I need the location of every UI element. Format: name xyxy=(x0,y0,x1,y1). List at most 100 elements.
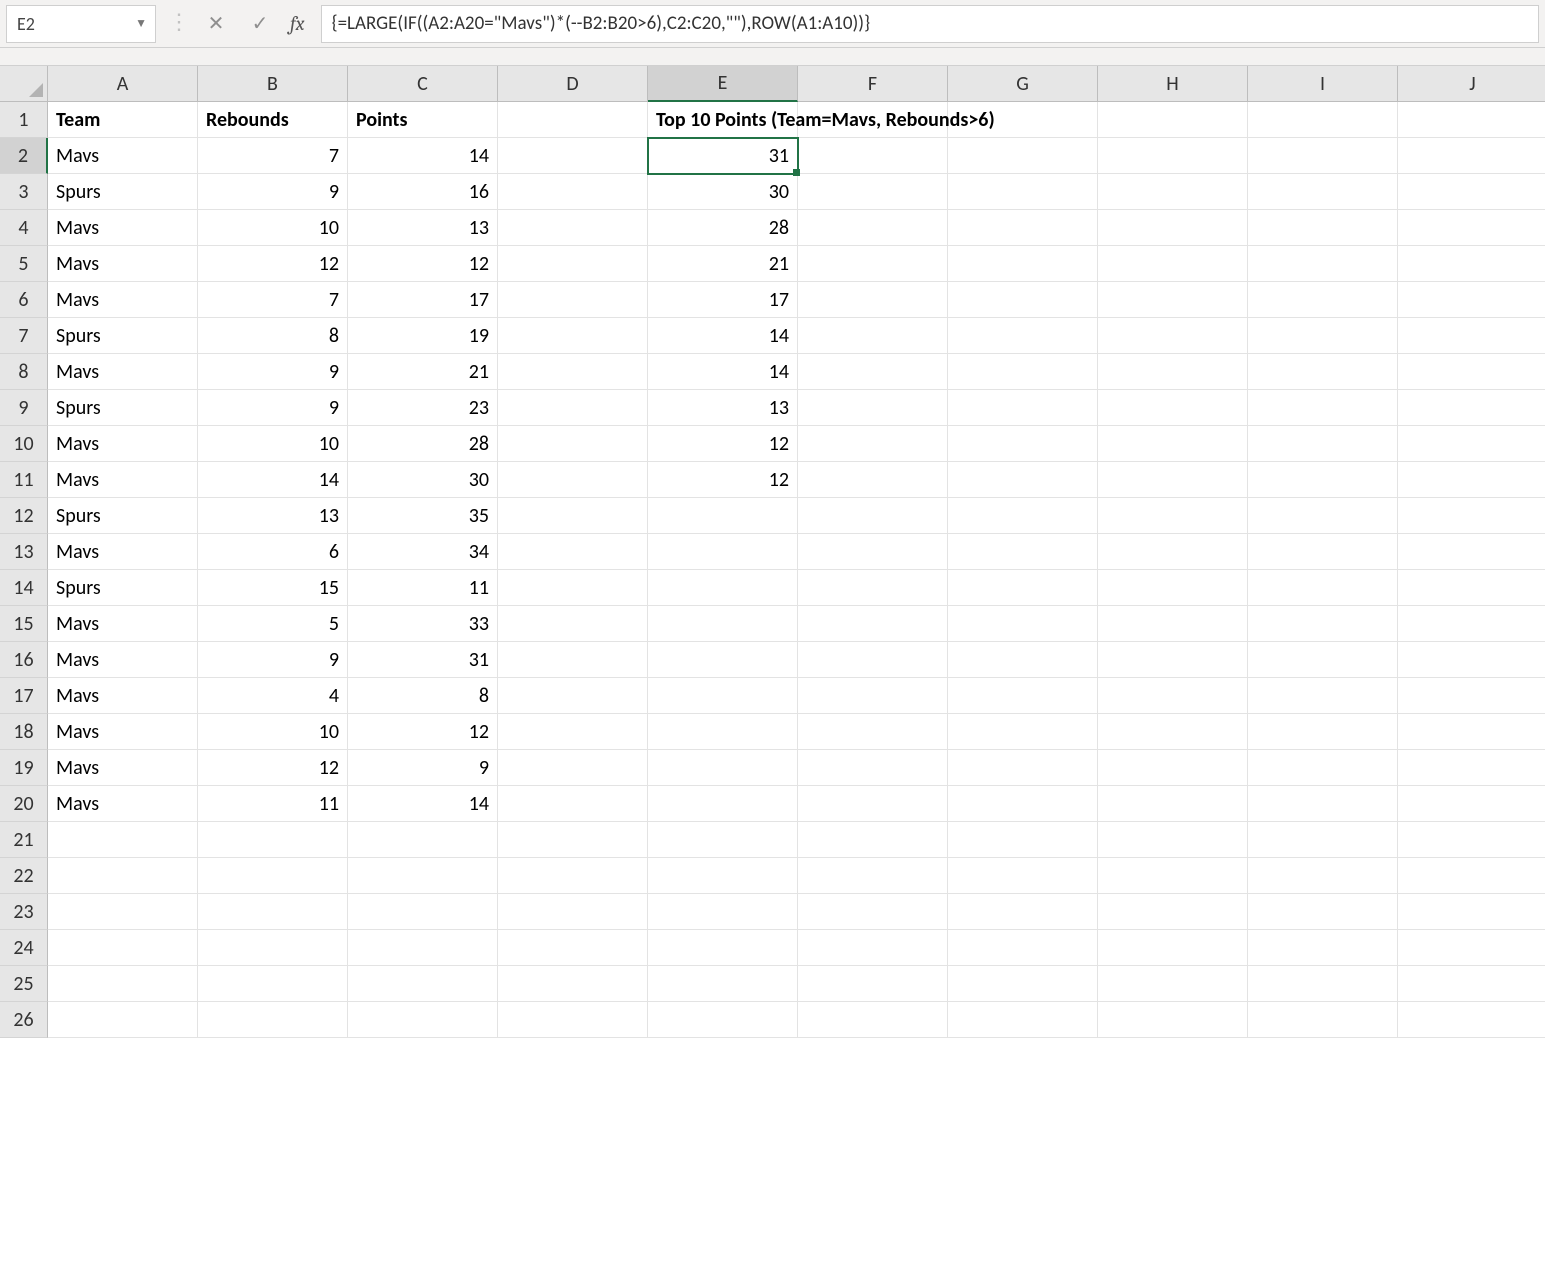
column-header-J[interactable]: J xyxy=(1398,66,1545,102)
cell-I10[interactable] xyxy=(1248,426,1398,462)
cell-J22[interactable] xyxy=(1398,858,1545,894)
cell-E25[interactable] xyxy=(648,966,798,1002)
cell-H14[interactable] xyxy=(1098,570,1248,606)
formula-input[interactable]: {=LARGE(IF((A2:A20="Mavs")*(--B2:B20>6),… xyxy=(321,5,1539,43)
cell-J26[interactable] xyxy=(1398,1002,1545,1038)
cell-J10[interactable] xyxy=(1398,426,1545,462)
row-header-1[interactable]: 1 xyxy=(0,102,48,138)
cell-G15[interactable] xyxy=(948,606,1098,642)
row-header-15[interactable]: 15 xyxy=(0,606,48,642)
cell-H15[interactable] xyxy=(1098,606,1248,642)
cell-J1[interactable] xyxy=(1398,102,1545,138)
accept-button[interactable]: ✓ xyxy=(242,6,278,42)
fx-icon[interactable]: fx xyxy=(286,12,309,35)
row-header-12[interactable]: 12 xyxy=(0,498,48,534)
cell-C5[interactable]: 12 xyxy=(348,246,498,282)
cell-E4[interactable]: 28 xyxy=(648,210,798,246)
cell-A16[interactable]: Mavs xyxy=(48,642,198,678)
cell-H6[interactable] xyxy=(1098,282,1248,318)
cell-F4[interactable] xyxy=(798,210,948,246)
cell-F21[interactable] xyxy=(798,822,948,858)
cell-B22[interactable] xyxy=(198,858,348,894)
cell-C15[interactable]: 33 xyxy=(348,606,498,642)
cell-C24[interactable] xyxy=(348,930,498,966)
cell-A20[interactable]: Mavs xyxy=(48,786,198,822)
cell-B9[interactable]: 9 xyxy=(198,390,348,426)
row-header-3[interactable]: 3 xyxy=(0,174,48,210)
cell-I4[interactable] xyxy=(1248,210,1398,246)
row-header-25[interactable]: 25 xyxy=(0,966,48,1002)
cell-B4[interactable]: 10 xyxy=(198,210,348,246)
cell-B11[interactable]: 14 xyxy=(198,462,348,498)
cell-J6[interactable] xyxy=(1398,282,1545,318)
cell-F18[interactable] xyxy=(798,714,948,750)
cell-A25[interactable] xyxy=(48,966,198,1002)
cell-G3[interactable] xyxy=(948,174,1098,210)
cell-I6[interactable] xyxy=(1248,282,1398,318)
row-header-16[interactable]: 16 xyxy=(0,642,48,678)
cell-F23[interactable] xyxy=(798,894,948,930)
cell-D16[interactable] xyxy=(498,642,648,678)
cell-A21[interactable] xyxy=(48,822,198,858)
cell-D5[interactable] xyxy=(498,246,648,282)
cell-E7[interactable]: 14 xyxy=(648,318,798,354)
cell-E12[interactable] xyxy=(648,498,798,534)
cell-G8[interactable] xyxy=(948,354,1098,390)
row-header-6[interactable]: 6 xyxy=(0,282,48,318)
cell-F20[interactable] xyxy=(798,786,948,822)
cell-F13[interactable] xyxy=(798,534,948,570)
column-header-I[interactable]: I xyxy=(1248,66,1398,102)
cell-I14[interactable] xyxy=(1248,570,1398,606)
cell-F10[interactable] xyxy=(798,426,948,462)
cell-E16[interactable] xyxy=(648,642,798,678)
cell-H18[interactable] xyxy=(1098,714,1248,750)
row-header-7[interactable]: 7 xyxy=(0,318,48,354)
cell-D21[interactable] xyxy=(498,822,648,858)
cell-B17[interactable]: 4 xyxy=(198,678,348,714)
cell-G11[interactable] xyxy=(948,462,1098,498)
cell-H26[interactable] xyxy=(1098,1002,1248,1038)
cell-D7[interactable] xyxy=(498,318,648,354)
cell-D23[interactable] xyxy=(498,894,648,930)
column-header-C[interactable]: C xyxy=(348,66,498,102)
cell-D6[interactable] xyxy=(498,282,648,318)
cell-D15[interactable] xyxy=(498,606,648,642)
cell-A5[interactable]: Mavs xyxy=(48,246,198,282)
row-header-24[interactable]: 24 xyxy=(0,930,48,966)
cell-I3[interactable] xyxy=(1248,174,1398,210)
cell-A22[interactable] xyxy=(48,858,198,894)
cell-J7[interactable] xyxy=(1398,318,1545,354)
cell-B15[interactable]: 5 xyxy=(198,606,348,642)
cell-H16[interactable] xyxy=(1098,642,1248,678)
cell-A26[interactable] xyxy=(48,1002,198,1038)
cell-E18[interactable] xyxy=(648,714,798,750)
cell-J15[interactable] xyxy=(1398,606,1545,642)
cell-J11[interactable] xyxy=(1398,462,1545,498)
cell-B6[interactable]: 7 xyxy=(198,282,348,318)
cell-D13[interactable] xyxy=(498,534,648,570)
cell-F9[interactable] xyxy=(798,390,948,426)
cell-F12[interactable] xyxy=(798,498,948,534)
cell-A7[interactable]: Spurs xyxy=(48,318,198,354)
cell-A19[interactable]: Mavs xyxy=(48,750,198,786)
cell-H11[interactable] xyxy=(1098,462,1248,498)
cell-C7[interactable]: 19 xyxy=(348,318,498,354)
cell-B1[interactable]: Rebounds xyxy=(198,102,348,138)
cell-C21[interactable] xyxy=(348,822,498,858)
cell-D8[interactable] xyxy=(498,354,648,390)
cell-H24[interactable] xyxy=(1098,930,1248,966)
row-header-10[interactable]: 10 xyxy=(0,426,48,462)
cell-B7[interactable]: 8 xyxy=(198,318,348,354)
cell-B5[interactable]: 12 xyxy=(198,246,348,282)
row-header-21[interactable]: 21 xyxy=(0,822,48,858)
cell-C16[interactable]: 31 xyxy=(348,642,498,678)
name-box-dropdown-icon[interactable]: ▼ xyxy=(135,16,147,31)
cell-C9[interactable]: 23 xyxy=(348,390,498,426)
cell-E24[interactable] xyxy=(648,930,798,966)
row-header-4[interactable]: 4 xyxy=(0,210,48,246)
cell-C3[interactable]: 16 xyxy=(348,174,498,210)
cell-C8[interactable]: 21 xyxy=(348,354,498,390)
cell-G20[interactable] xyxy=(948,786,1098,822)
cell-G6[interactable] xyxy=(948,282,1098,318)
cell-A3[interactable]: Spurs xyxy=(48,174,198,210)
